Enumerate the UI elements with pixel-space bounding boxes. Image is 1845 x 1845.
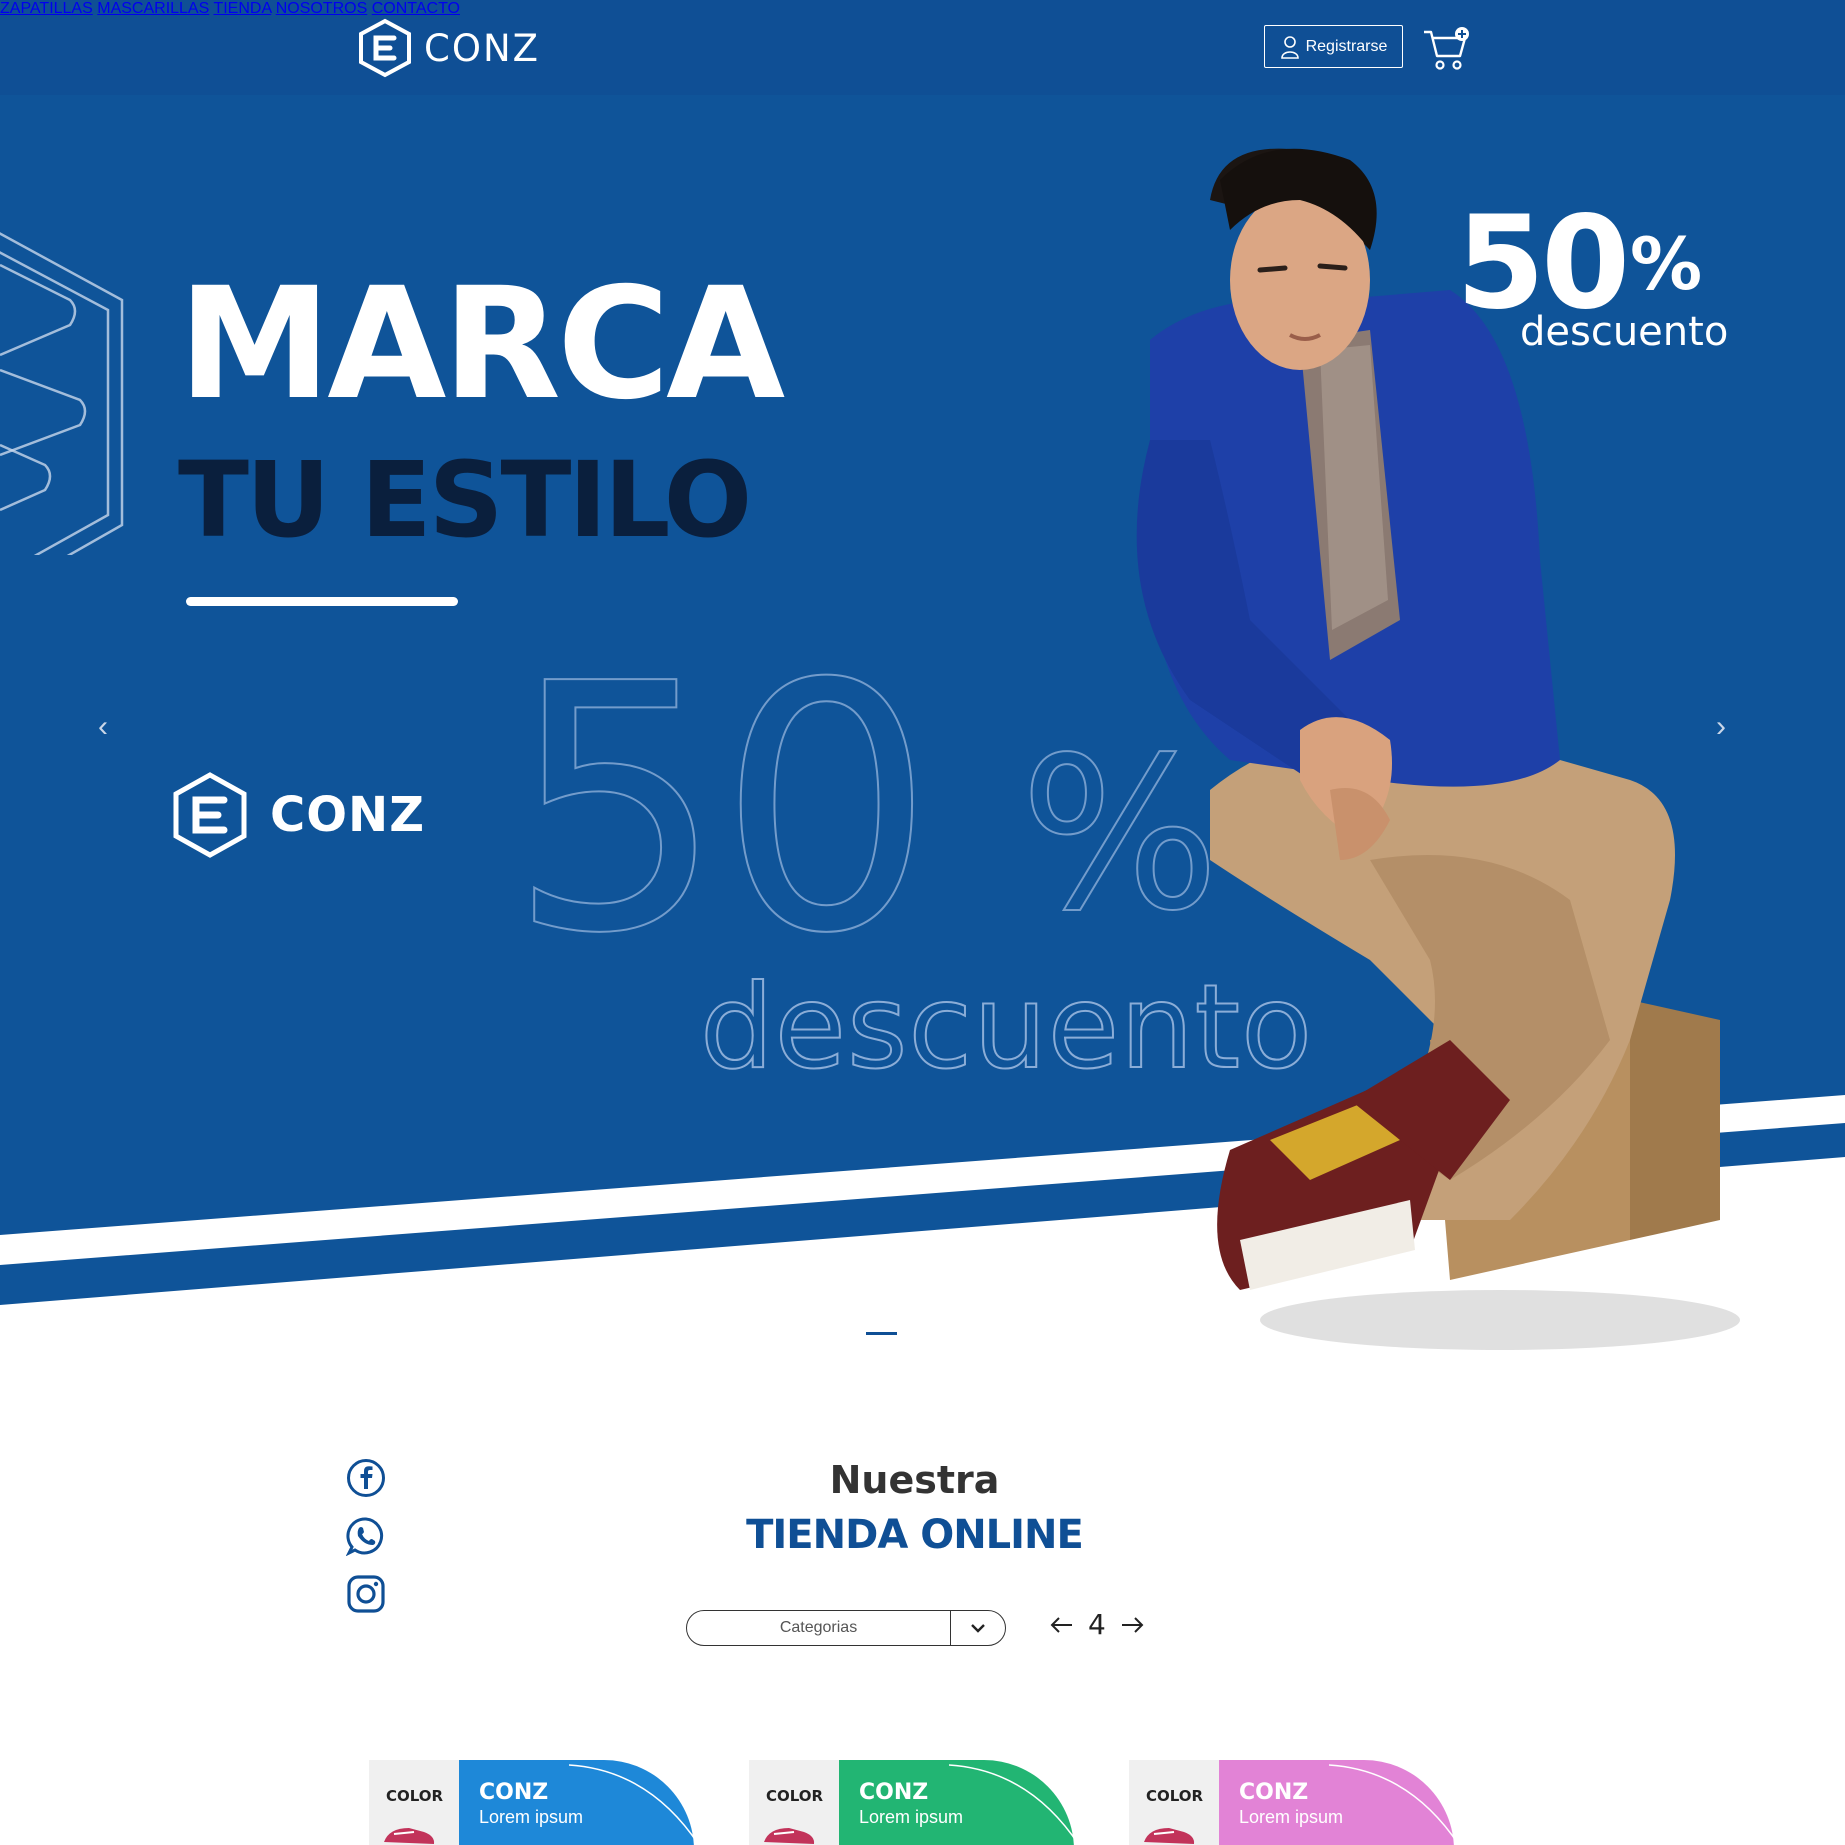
card-color-label: COLOR [766, 1787, 824, 1805]
register-label: Registrarse [1305, 37, 1388, 55]
product-card[interactable]: COLOR CONZ Lorem ipsum [749, 1760, 1089, 1845]
hero-title-marca: MARCA [178, 255, 785, 434]
logo-hexagon-icon [173, 772, 247, 858]
register-button[interactable]: Registrarse [1264, 25, 1403, 68]
store-heading-line1: Nuestra [829, 1458, 1000, 1502]
category-select[interactable]: Categorias [686, 1610, 1006, 1646]
card-color-label: COLOR [386, 1787, 444, 1805]
nav-tienda[interactable]: TIENDA [213, 0, 271, 17]
brand-logo-text: CONZ [424, 26, 540, 70]
card-brand: CONZ [1239, 1780, 1309, 1805]
nav-mascarillas[interactable]: MASCARILLAS [97, 0, 209, 17]
cart-icon[interactable] [1422, 24, 1472, 77]
slider-indicator[interactable] [866, 1332, 897, 1335]
nav-nosotros[interactable]: NOSOTROS [276, 0, 368, 17]
card-brand: CONZ [479, 1780, 549, 1805]
shoe-thumbnail [764, 1828, 815, 1844]
logo-hexagon-icon [359, 18, 411, 78]
card-arc-decoration [569, 1764, 700, 1845]
hero-title-underline [186, 597, 458, 606]
page-number: 4 [1088, 1608, 1106, 1641]
nav-zapatillas[interactable]: ZAPATILLAS [0, 0, 93, 17]
pagination: 4 [1050, 1608, 1144, 1641]
arrow-right-icon[interactable] [1120, 1616, 1144, 1634]
arrow-left-icon[interactable] [1050, 1616, 1074, 1634]
hero-brand-logo: CONZ [172, 772, 425, 858]
card-brand: CONZ [859, 1780, 929, 1805]
shoe-thumbnail [384, 1828, 435, 1844]
shoe-thumbnail [1144, 1828, 1195, 1844]
card-description: Lorem ipsum [1239, 1807, 1344, 1827]
hero-title-tu-estilo: TU ESTILO [178, 439, 752, 561]
hero-logo-text: CONZ [270, 787, 426, 843]
hexagon-outline-decoration [0, 232, 124, 555]
promo-discount-percent: % [1630, 222, 1703, 306]
nav-contacto[interactable]: CONTACTO [372, 0, 460, 17]
top-navbar: CONZ ZAPATILLAS MASCARILLAS TIENDA NOSOT… [0, 0, 1845, 95]
product-card[interactable]: COLOR CONZ Lorem ipsum [369, 1760, 709, 1845]
store-heading-line2: TIENDA ONLINE [746, 1512, 1084, 1558]
card-description: Lorem ipsum [479, 1807, 584, 1827]
chevron-down-icon[interactable] [951, 1611, 1005, 1645]
card-description: Lorem ipsum [859, 1807, 964, 1827]
user-icon [1280, 35, 1300, 59]
card-color-label: COLOR [1146, 1787, 1204, 1805]
product-card[interactable]: COLOR CONZ Lorem ipsum [1129, 1760, 1469, 1845]
instagram-icon[interactable] [346, 1574, 386, 1614]
outline-fifty-text: 50 [507, 612, 936, 1008]
promo-discount-label: descuento [1520, 309, 1729, 355]
brand-logo[interactable]: CONZ [358, 16, 540, 80]
category-select-label: Categorias [687, 1611, 951, 1645]
card-arc-decoration [1329, 1764, 1460, 1845]
card-arc-decoration [949, 1764, 1080, 1845]
slider-prev-arrow[interactable]: ‹ [98, 712, 108, 742]
